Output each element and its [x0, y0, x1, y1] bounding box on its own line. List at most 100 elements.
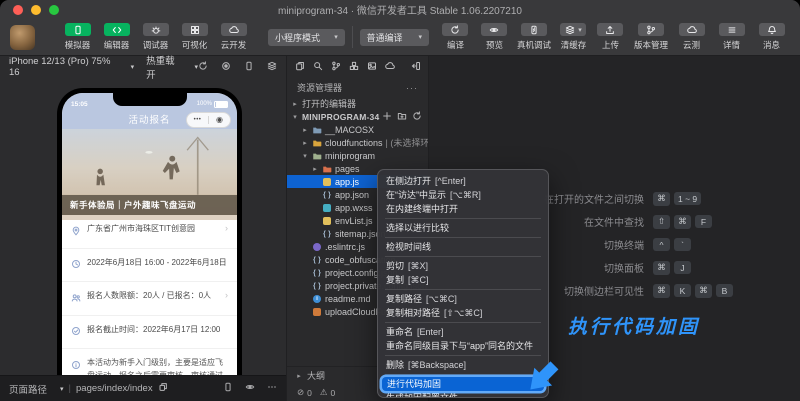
file-name: envList.js	[335, 216, 373, 226]
info-row-text: 2022年6月18日 16:00 - 2022年6月18日 20:00	[87, 257, 228, 268]
close-window-button[interactable]	[13, 5, 23, 15]
file-name: miniprogram	[325, 151, 375, 161]
code-icon	[104, 23, 130, 36]
warnings-count: 0	[330, 388, 335, 398]
keycap: ⌘	[653, 284, 670, 298]
cloud-icon	[679, 23, 705, 36]
bell-icon	[759, 23, 785, 36]
mode-dropdown[interactable]: 小程序模式 ▾	[268, 29, 345, 46]
chevron-down-icon: ▾	[418, 33, 422, 41]
problems-status[interactable]: ⊘0 ⚠0	[287, 387, 345, 398]
refresh-icon[interactable]	[198, 61, 208, 74]
simulator-button[interactable]: 模拟器	[59, 23, 96, 51]
preview-button[interactable]: 预览	[476, 23, 513, 51]
visualizer-button[interactable]: 可视化	[176, 23, 213, 51]
eye-icon[interactable]	[245, 382, 255, 395]
tree-item[interactable]: ▸__MACOSX	[287, 123, 428, 136]
device-selector[interactable]: iPhone 12/13 (Pro) 75% 16	[9, 56, 123, 78]
version-button-label: 版本管理	[634, 39, 668, 51]
menu-item[interactable]: 复制[⌘C]	[378, 273, 548, 287]
menu-item[interactable]: 在“访达”中显示[⌥⌘R]	[378, 188, 548, 202]
menu-item[interactable]: 在内建终端中打开	[378, 202, 548, 216]
image-icon[interactable]	[367, 58, 377, 76]
keycap: ^	[653, 238, 670, 251]
menu-item[interactable]: 复制路径[⌥⌘C]	[378, 292, 548, 306]
menu-item[interactable]: 重命名[Enter]	[378, 325, 548, 339]
more-icon[interactable]: •••	[187, 117, 208, 123]
tree-item[interactable]: ▾miniprogram	[287, 149, 428, 162]
menu-divider	[385, 355, 541, 356]
version-button[interactable]: 版本管理	[632, 23, 670, 51]
preview-button-label: 预览	[486, 39, 503, 51]
hot-reload-toggle[interactable]: 热重载 开	[146, 53, 186, 81]
new-folder-icon[interactable]	[397, 111, 407, 123]
keycap: J	[674, 261, 691, 274]
menu-item-label: 在内建终端中打开	[386, 202, 458, 216]
clear-cache-button[interactable]: ▾清缓存	[555, 23, 592, 51]
folder-icon	[312, 151, 322, 161]
collapse-icon[interactable]	[427, 111, 428, 123]
folder-icon	[312, 138, 322, 148]
avatar[interactable]	[10, 25, 35, 50]
minimize-target-icon[interactable]: ◉	[209, 116, 230, 124]
editor-button-label: 编辑器	[104, 39, 130, 51]
record-icon[interactable]	[221, 61, 231, 74]
zoom-window-button[interactable]	[49, 5, 59, 15]
menu-item[interactable]: 进行代码加固	[382, 377, 544, 391]
upload-button[interactable]: 上传	[592, 23, 629, 51]
js-icon	[322, 178, 332, 186]
shortcut-keys: ^`	[653, 238, 691, 251]
annotation-text: 执行代码加固	[568, 312, 700, 339]
menu-item-label: 删除	[386, 358, 404, 372]
menu-divider	[385, 218, 541, 219]
info-row[interactable]: 报名人数限额：20人 / 已报名：0人›	[62, 282, 237, 316]
upload-icon	[597, 23, 623, 36]
compile-button[interactable]: 编译	[437, 23, 474, 51]
tree-item[interactable]: ▸cloudfunctions | (未选择环境)	[287, 136, 428, 149]
cloud-test-button[interactable]: 云测	[673, 23, 710, 51]
minimize-window-button[interactable]	[31, 5, 41, 15]
layers-icon[interactable]	[267, 61, 277, 74]
capsule-menu[interactable]: ••• ◉	[186, 112, 231, 128]
cloud-icon[interactable]	[385, 58, 395, 76]
menu-item[interactable]: 选择以进行比较	[378, 221, 548, 235]
debugger-button[interactable]: 调试器	[137, 23, 174, 51]
project-root[interactable]: ▾ MINIPROGRAM-34	[287, 110, 428, 123]
branch-icon[interactable]	[331, 58, 341, 76]
copy-icon[interactable]	[158, 382, 168, 395]
info-row[interactable]: 报名截止时间：2022年6月17日 12:00	[62, 316, 237, 350]
people-icon	[71, 290, 81, 308]
cloud-dev-button[interactable]: 云开发	[215, 23, 252, 51]
page-path-label[interactable]: 页面路径	[9, 382, 47, 396]
more-icon[interactable]	[267, 382, 277, 395]
phone-bolt-icon	[521, 23, 547, 36]
layers-icon: ▾	[560, 23, 586, 36]
search-icon[interactable]	[313, 58, 323, 76]
phone-frame: 15:05 100% 活动报名 ••• ◉	[57, 88, 242, 401]
menu-item[interactable]: 复制相对路径[⇧⌥⌘C]	[378, 306, 548, 320]
panel-pin-icon[interactable]	[411, 58, 421, 76]
chevron-right-icon: ▸	[291, 100, 299, 108]
phone-icon[interactable]	[244, 61, 254, 74]
files-icon[interactable]	[295, 58, 305, 76]
new-file-icon[interactable]	[382, 111, 392, 123]
menu-divider	[385, 256, 541, 257]
simulator-panel: iPhone 12/13 (Pro) 75% 16 ▾ 热重载 开 ▾ 15:0…	[0, 56, 287, 401]
open-editors-section[interactable]: ▸ 打开的编辑器	[287, 97, 428, 110]
blocks-icon[interactable]	[349, 58, 359, 76]
battery-percent: 100%	[197, 101, 212, 107]
compile-mode-dropdown[interactable]: 普通编译 ▾	[360, 29, 429, 46]
message-button[interactable]: 消息	[753, 23, 790, 51]
refresh-icon[interactable]	[412, 111, 422, 123]
menu-item[interactable]: 检视时间线	[378, 240, 548, 254]
remote-debug-button[interactable]: 真机调试	[515, 23, 553, 51]
grid-icon	[182, 23, 208, 36]
more-icon[interactable]: ···	[406, 83, 418, 93]
info-row[interactable]: 2022年6月18日 16:00 - 2022年6月18日 20:00	[62, 249, 237, 283]
editor-button[interactable]: 编辑器	[98, 23, 135, 51]
details-button[interactable]: 详情	[713, 23, 750, 51]
phone-icon[interactable]	[223, 382, 233, 395]
keycap: 1 ~ 9	[674, 192, 701, 205]
menu-item[interactable]: 剪切[⌘X]	[378, 259, 548, 273]
menu-item[interactable]: 在侧边打开[^Enter]	[378, 174, 548, 188]
